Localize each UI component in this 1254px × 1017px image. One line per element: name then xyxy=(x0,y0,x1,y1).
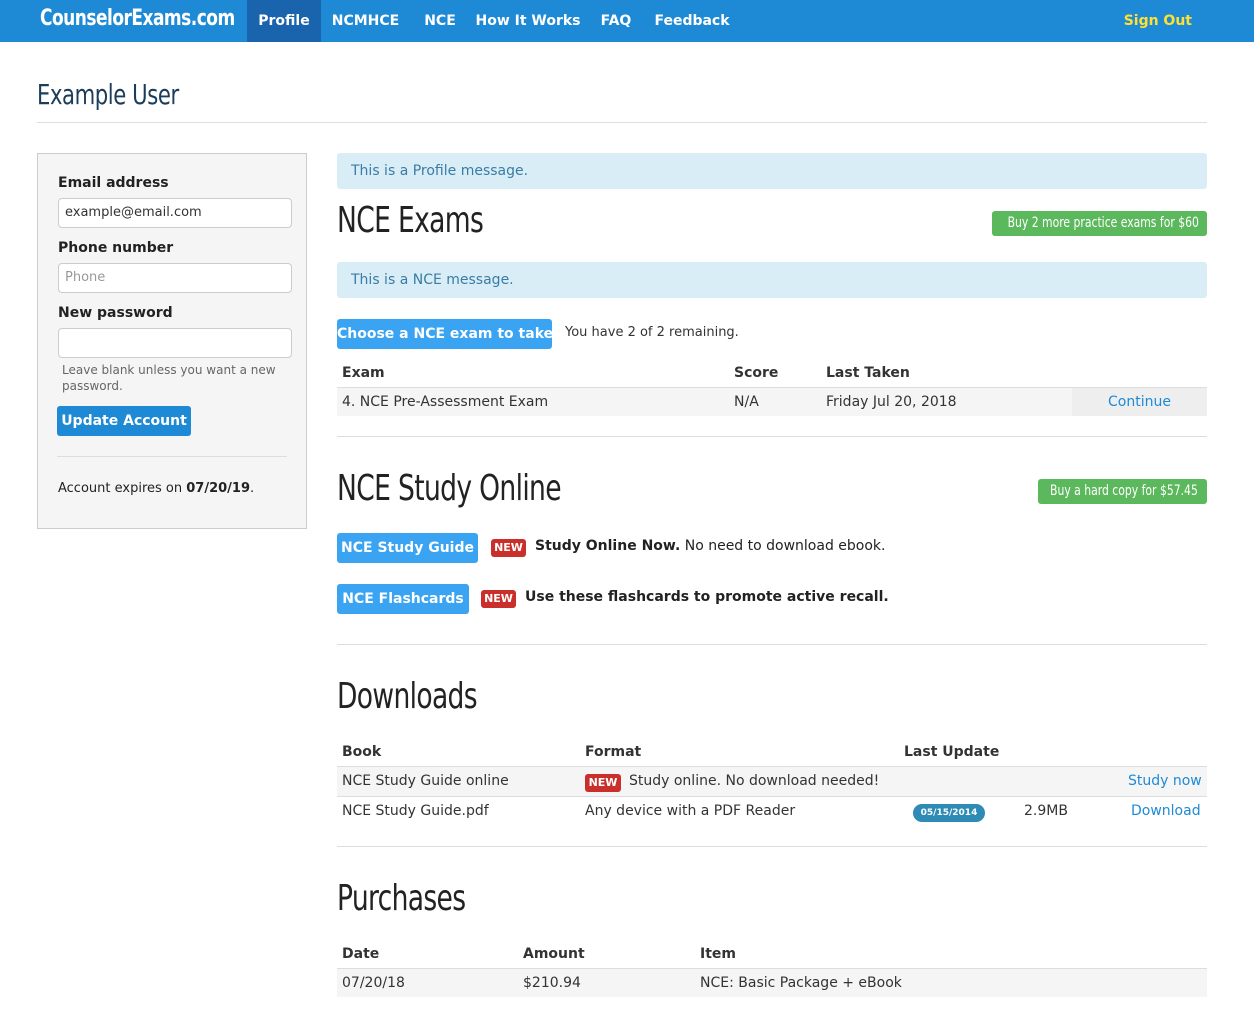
nce-message: This is a NCE message. xyxy=(337,262,1207,298)
row-divider xyxy=(337,796,1207,797)
downloads-title: Downloads xyxy=(337,676,478,717)
new-badge: NEW xyxy=(491,539,526,557)
nav-how-it-works[interactable]: How It Works xyxy=(470,0,586,42)
download-link[interactable]: Download xyxy=(1131,803,1201,819)
study-guide-bold: Study Online Now. xyxy=(535,538,681,554)
download-format: Study online. No download needed! xyxy=(629,773,880,789)
flashcards-button[interactable]: NCE Flashcards xyxy=(337,584,469,614)
nav-faq[interactable]: FAQ xyxy=(586,0,646,42)
password-label: New password xyxy=(58,305,173,321)
purchase-amount: $210.94 xyxy=(523,975,581,991)
expiry-prefix: Account expires on xyxy=(58,481,183,496)
study-now-link[interactable]: Study now xyxy=(1128,773,1202,789)
downloads-header-last-update: Last Update xyxy=(904,744,1000,760)
purchases-header-item: Item xyxy=(700,946,736,962)
study-guide-button[interactable]: NCE Study Guide xyxy=(337,533,478,563)
email-field[interactable]: example@email.com xyxy=(58,198,292,228)
exam-name: 4. NCE Pre-Assessment Exam xyxy=(342,394,549,410)
buy-hard-copy-label: Buy a hard copy for $57.45 xyxy=(1050,483,1198,499)
sign-out-link[interactable]: Sign Out xyxy=(1124,0,1192,42)
buy-exams-button[interactable]: Buy 2 more practice exams for $60 xyxy=(992,211,1207,236)
exams-header-score: Score xyxy=(734,365,779,381)
title-divider xyxy=(37,122,1207,123)
phone-field[interactable]: Phone xyxy=(58,263,292,293)
download-format: Any device with a PDF Reader xyxy=(585,803,796,819)
password-field[interactable] xyxy=(58,328,292,358)
top-navbar: CounselorExams.com Profile NCMHCE NCE Ho… xyxy=(0,0,1254,42)
purchase-item: NCE: Basic Package + eBook xyxy=(700,975,902,991)
email-label: Email address xyxy=(58,175,169,191)
password-help: Leave blank unless you want a new passwo… xyxy=(62,363,276,393)
buy-exams-label: Buy 2 more practice exams for $60 xyxy=(1007,215,1199,231)
study-online-title: NCE Study Online xyxy=(337,468,562,509)
brand-logo[interactable]: CounselorExams.com xyxy=(40,6,235,31)
exam-last-taken: Friday Jul 20, 2018 xyxy=(826,394,957,410)
update-date-badge: 05/15/2014 xyxy=(913,804,985,822)
file-size: 2.9MB xyxy=(1024,803,1068,819)
study-guide-text: No need to download ebook. xyxy=(680,538,886,554)
download-book: NCE Study Guide online xyxy=(342,773,509,789)
profile-message: This is a Profile message. xyxy=(337,153,1207,189)
update-account-button[interactable]: Update Account xyxy=(57,406,191,436)
exams-divider xyxy=(337,436,1207,437)
exam-score: N/A xyxy=(734,394,759,410)
account-panel: Email address example@email.com Phone nu… xyxy=(37,153,307,529)
nav-ncmhce[interactable]: NCMHCE xyxy=(321,0,410,42)
page-title: Example User xyxy=(37,78,179,111)
download-book: NCE Study Guide.pdf xyxy=(342,803,489,819)
exams-remaining: You have 2 of 2 remaining. xyxy=(565,325,739,340)
purchase-date: 07/20/18 xyxy=(342,975,405,991)
panel-divider xyxy=(57,456,287,457)
continue-exam-link[interactable]: Continue xyxy=(1108,394,1171,410)
nav-nce[interactable]: NCE xyxy=(410,0,470,42)
downloads-header-format: Format xyxy=(585,744,642,760)
purchases-header-date: Date xyxy=(342,946,380,962)
purchases-header-amount: Amount xyxy=(523,946,585,962)
new-badge: NEW xyxy=(481,590,516,608)
downloads-header-book: Book xyxy=(342,744,382,760)
exams-header-exam: Exam xyxy=(342,365,385,381)
flashcards-bold: Use these flashcards to promote active r… xyxy=(525,589,889,605)
phone-label: Phone number xyxy=(58,240,174,256)
buy-hard-copy-button[interactable]: Buy a hard copy for $57.45 xyxy=(1038,479,1207,504)
account-expiry: Account expires on 07/20/19. xyxy=(58,481,254,496)
expiry-date: 07/20/19 xyxy=(186,481,251,496)
study-guide-description: Study Online Now. No need to download eb… xyxy=(535,538,885,554)
choose-exam-button[interactable]: Choose a NCE exam to take xyxy=(337,319,553,349)
purchases-title: Purchases xyxy=(337,878,466,919)
new-badge: NEW xyxy=(585,774,621,792)
exams-header-last-taken: Last Taken xyxy=(826,365,910,381)
nce-exams-title: NCE Exams xyxy=(337,200,484,241)
expiry-suffix: . xyxy=(250,481,255,496)
flashcards-description: Use these flashcards to promote active r… xyxy=(525,589,889,605)
nav-feedback[interactable]: Feedback xyxy=(646,0,738,42)
nav-profile[interactable]: Profile xyxy=(247,0,321,42)
study-divider xyxy=(337,644,1207,645)
downloads-divider xyxy=(337,846,1207,847)
